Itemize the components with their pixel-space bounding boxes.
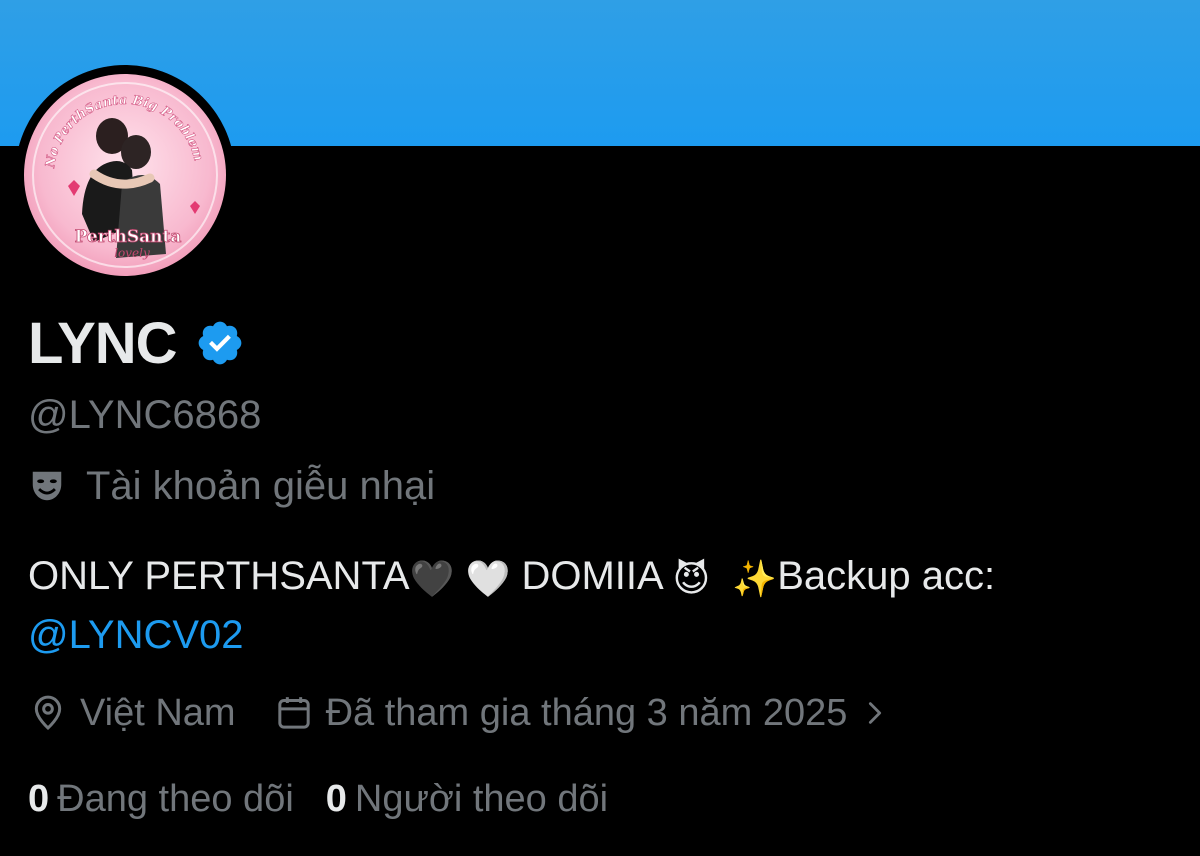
avatar-title-text: PerthSanta: [75, 227, 182, 247]
joined-text: Đã tham gia tháng 3 năm 2025: [325, 691, 848, 734]
avatar-script-text: lovely: [114, 246, 150, 260]
chevron-right-icon[interactable]: [861, 699, 889, 727]
follow-stats: 0 Đang theo dõi 0 Người theo dõi: [28, 774, 608, 824]
following-label: Đang theo dõi: [57, 777, 294, 820]
bio-mention-link[interactable]: @LYNCV02: [28, 613, 244, 657]
display-name: LYNC: [28, 310, 178, 376]
followers-link[interactable]: 0 Người theo dõi: [326, 778, 608, 821]
calendar-icon: [277, 697, 310, 729]
devil-emoji: 😈: [672, 558, 711, 599]
handle: @LYNC6868: [28, 393, 262, 437]
white-heart-emoji: 🤍: [465, 558, 511, 599]
theater-mask-icon: [32, 471, 62, 501]
display-name-row: LYNC: [28, 306, 245, 380]
verified-badge-icon[interactable]: [195, 318, 245, 368]
bio: ONLY PERTHSANTA🖤 🤍 DOMIIA 😈 ✨Backup acc:…: [28, 548, 1178, 663]
profile-meta: Việt Nam Đã tham gia tháng 3 năm 2025: [28, 688, 889, 738]
avatar-image: No PerthSanta Big Problem PerthSanta lov…: [24, 74, 226, 276]
bio-text-1: ONLY PERTHSANTA: [28, 554, 410, 598]
joined-item[interactable]: Đã tham gia tháng 3 năm 2025: [236, 692, 890, 735]
bio-text-3: Backup acc:: [777, 554, 996, 598]
sparkles-emoji: ✨: [732, 558, 778, 599]
followers-label: Người theo dõi: [354, 777, 609, 820]
followers-count: 0: [325, 777, 347, 820]
parody-label: Tài khoản giễu nhại: [86, 463, 436, 508]
parody-label-row: Tài khoản giễu nhại: [28, 462, 435, 510]
location-item: Việt Nam: [28, 692, 236, 735]
following-link[interactable]: 0 Đang theo dõi: [28, 778, 294, 821]
location-text: Việt Nam: [80, 691, 236, 734]
black-heart-emoji: 🖤: [409, 558, 455, 599]
bio-text-2: DOMIIA: [510, 554, 673, 598]
location-pin-icon: [34, 695, 62, 731]
avatar[interactable]: No PerthSanta Big Problem PerthSanta lov…: [24, 74, 226, 276]
following-count: 0: [28, 777, 50, 820]
